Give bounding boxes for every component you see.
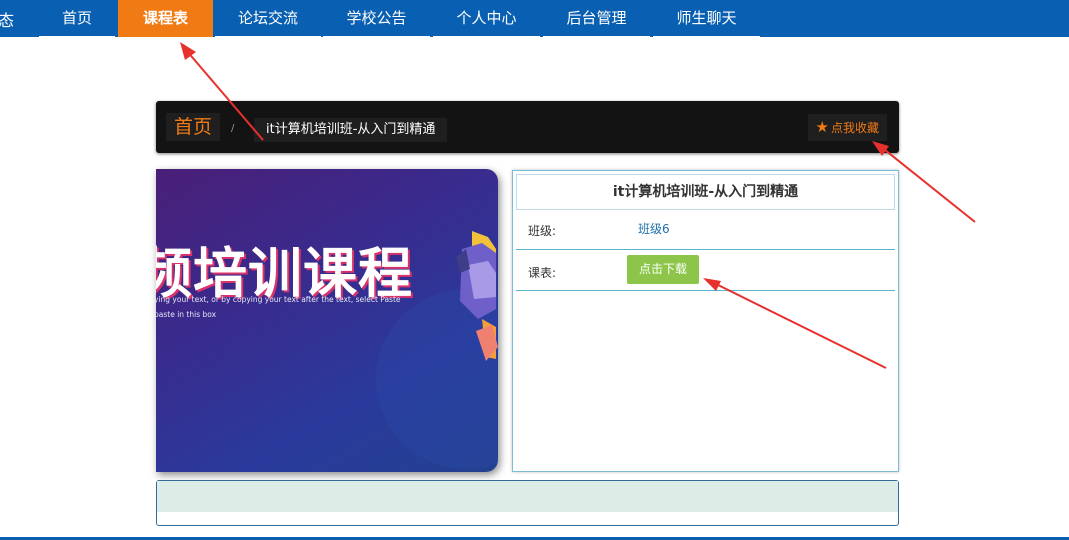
top-nav-bar: 态 首页 课程表 论坛交流 学校公告 个人中心 后台管理 师生聊天 <box>0 0 1069 37</box>
nav-admin[interactable]: 后台管理 <box>543 0 650 37</box>
site-brand-fragment: 态 <box>0 11 15 30</box>
nav-home[interactable]: 首页 <box>39 0 115 37</box>
download-button[interactable]: 点击下载 <box>627 255 699 284</box>
class-value: 班级6 <box>638 222 670 236</box>
nav-schedule[interactable]: 课程表 <box>118 0 213 37</box>
course-info-card: it计算机培训班-从入门到精通 班级: 班级6 课表: 点击下载 <box>512 170 899 472</box>
course-title: it计算机培训班-从入门到精通 <box>516 174 895 210</box>
schedule-row: 课表: 点击下载 <box>516 250 895 291</box>
breadcrumb-separator: / <box>231 123 235 134</box>
banner-subtitle: ying your text, or by copying your text … <box>156 295 401 319</box>
breadcrumb: 首页 / it计算机培训班-从入门到精通 ★ 点我收藏 <box>156 101 899 153</box>
star-icon: ★ <box>815 118 829 136</box>
bottom-panel-header <box>157 481 898 512</box>
course-banner-image: 频培训课程 ying your text, or by copying your… <box>156 169 498 472</box>
class-row: 班级: 班级6 <box>516 209 895 250</box>
favorite-button[interactable]: ★ 点我收藏 <box>807 114 887 141</box>
nav-chat[interactable]: 师生聊天 <box>653 0 760 37</box>
breadcrumb-home-link[interactable]: 首页 <box>166 113 221 141</box>
class-label: 班级: <box>528 224 557 238</box>
breadcrumb-current: it计算机培训班-从入门到精通 <box>254 118 448 142</box>
nav-forum[interactable]: 论坛交流 <box>215 0 321 37</box>
nav-profile[interactable]: 个人中心 <box>433 0 540 37</box>
bottom-panel <box>156 480 899 526</box>
schedule-label: 课表: <box>528 266 557 280</box>
nav-announcements[interactable]: 学校公告 <box>323 0 430 37</box>
annotation-arrowhead-nav <box>180 42 196 60</box>
favorite-label: 点我收藏 <box>830 121 879 135</box>
